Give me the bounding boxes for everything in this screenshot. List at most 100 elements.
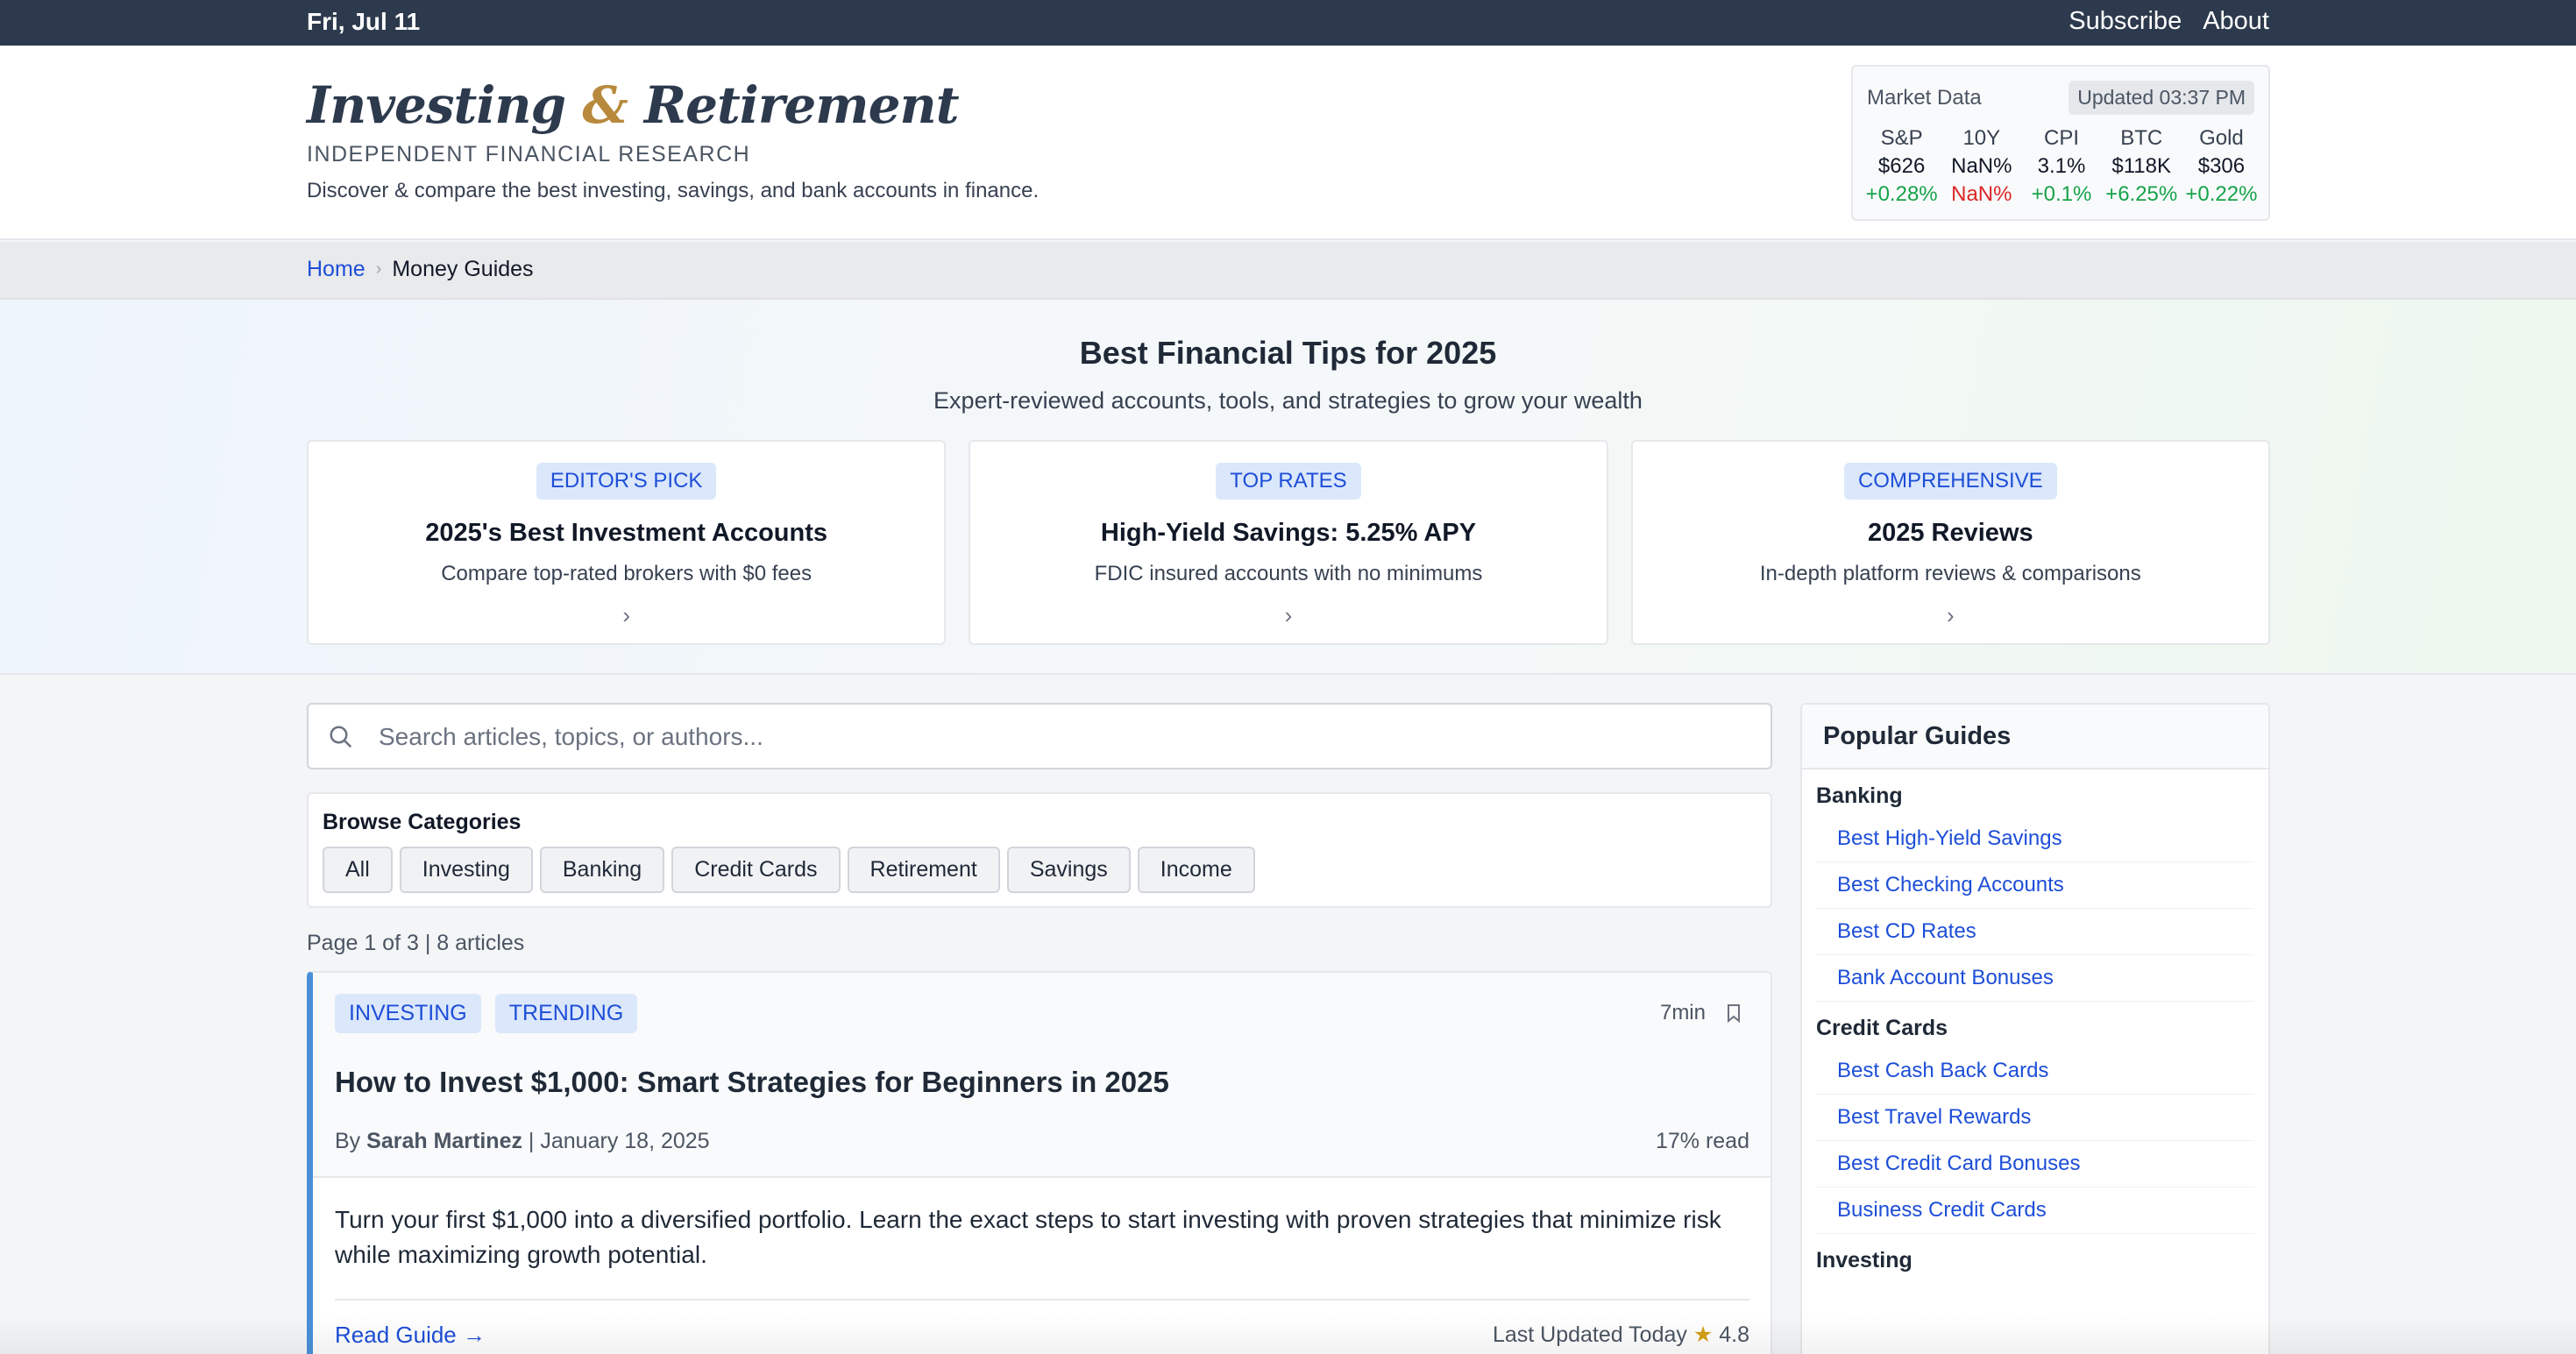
tag-investing[interactable]: INVESTING: [335, 994, 481, 1033]
ticker-btc: BTC $118K +6.25%: [2102, 124, 2182, 209]
ticker-sp: S&P $626 +0.28%: [1862, 124, 1941, 209]
ticker-gold: Gold $306 +0.22%: [2182, 124, 2261, 209]
market-updated-badge: Updated 03:37 PM: [2069, 81, 2254, 115]
ticker-value: $626: [1877, 154, 1926, 178]
tag-trending[interactable]: TRENDING: [494, 994, 638, 1033]
article-tags: INVESTING TRENDING: [335, 994, 638, 1033]
star-icon: ★: [1692, 1322, 1714, 1347]
last-updated: Last Updated Today: [1492, 1322, 1687, 1347]
sidebar-title: Popular Guides: [1802, 705, 2268, 769]
chevron-right-icon: ›: [1284, 602, 1293, 628]
card-title: High-Yield Savings: 5.25% APY: [1100, 519, 1477, 547]
ticker-label: Gold: [2199, 126, 2244, 150]
article-title[interactable]: How to Invest $1,000: Smart Strategies f…: [335, 1066, 1169, 1099]
ticker-change: +0.28%: [1865, 182, 1938, 206]
card-subtitle: In-depth platform reviews & comparisons: [1759, 562, 2141, 585]
category-savings[interactable]: Savings: [1006, 847, 1131, 893]
bookmark-icon[interactable]: [1727, 1003, 1741, 1023]
card-title: 2025 Reviews: [1867, 519, 2033, 547]
site-tagline: INDEPENDENT FINANCIAL RESEARCH: [307, 142, 751, 167]
card-badge: EDITOR'S PICK: [536, 463, 717, 500]
ticker-label: S&P: [1880, 126, 1923, 150]
ticker-change: +0.1%: [2031, 182, 2092, 206]
sidebar-group-credit-cards: Credit Cards Best Cash Back Cards Best T…: [1802, 1016, 2268, 1234]
article-footer-divider: [335, 1299, 1749, 1301]
sidebar-link[interactable]: Business Credit Cards: [1816, 1187, 2254, 1234]
category-retirement[interactable]: Retirement: [847, 847, 1000, 893]
byline-separator: |: [522, 1129, 541, 1153]
sidebar-group-banking: Banking Best High-Yield Savings Best Che…: [1802, 783, 2268, 1002]
category-credit-cards[interactable]: Credit Cards: [671, 847, 841, 893]
sidebar-link[interactable]: Best Credit Card Bonuses: [1816, 1141, 2254, 1187]
subscribe-link[interactable]: Subscribe: [2069, 7, 2182, 36]
ticker-cpi: CPI 3.1% +0.1%: [2021, 124, 2101, 209]
sidebar-group-title: Investing: [1816, 1248, 1912, 1272]
read-time: 7min: [1659, 1001, 1706, 1024]
category-banking[interactable]: Banking: [539, 847, 665, 893]
market-data-widget: Market Data Updated 03:37 PM S&P $626 +0…: [1851, 65, 2270, 221]
site-description: Discover & compare the best investing, s…: [307, 179, 1040, 202]
article-excerpt: Turn your first $1,000 into a diversifie…: [335, 1206, 1721, 1268]
featured-card-investment-accounts[interactable]: EDITOR'S PICK 2025's Best Investment Acc…: [307, 440, 947, 645]
hero-title: Best Financial Tips for 2025: [1079, 335, 1497, 371]
sidebar-link[interactable]: Best High-Yield Savings: [1816, 816, 2254, 862]
logo-word-investing: Investing: [307, 75, 566, 135]
sidebar-link[interactable]: Best Checking Accounts: [1816, 862, 2254, 909]
site-logo[interactable]: Investing & Retirement: [307, 75, 960, 135]
ticker-change: NaN%: [1951, 182, 2012, 206]
sidebar-group-title: Credit Cards: [1816, 1016, 1948, 1040]
breadcrumb: Home › Money Guides: [307, 257, 534, 282]
article-byline: By Sarah Martinez | January 18, 2025: [335, 1129, 710, 1154]
hero-section: Best Financial Tips for 2025 Expert-revi…: [0, 300, 2576, 675]
article-footer-meta: Last Updated Today ★ 4.8: [1493, 1322, 1749, 1348]
pagination-info: Page 1 of 3 | 8 articles: [307, 931, 525, 955]
sidebar-link[interactable]: Best CD Rates: [1816, 909, 2254, 955]
card-title: 2025's Best Investment Accounts: [425, 519, 828, 547]
ticker-10y: 10Y NaN% NaN%: [1941, 124, 2021, 209]
featured-card-reviews[interactable]: COMPREHENSIVE 2025 Reviews In-depth plat…: [1630, 440, 2270, 645]
sidebar-link[interactable]: Bank Account Bonuses: [1816, 955, 2254, 1002]
categories-title: Browse Categories: [323, 810, 522, 834]
card-subtitle: FDIC insured accounts with no minimums: [1094, 562, 1483, 585]
hero-subtitle: Expert-reviewed accounts, tools, and str…: [933, 387, 1643, 414]
current-date: Fri, Jul 11: [307, 8, 421, 35]
sidebar-group-title: Banking: [1816, 783, 1903, 808]
byline-prefix: By: [335, 1129, 361, 1153]
popular-guides-sidebar: Popular Guides Banking Best High-Yield S…: [1800, 703, 2270, 1354]
ticker-value: 3.1%: [2037, 154, 2086, 178]
sidebar-link[interactable]: Best Travel Rewards: [1816, 1095, 2254, 1141]
breadcrumb-separator: ›: [375, 259, 382, 279]
card-badge: COMPREHENSIVE: [1843, 463, 2057, 500]
article-card: INVESTING TRENDING 7min How to Invest $1…: [307, 971, 1772, 1354]
read-guide-link[interactable]: Read Guide →: [335, 1322, 486, 1349]
category-pills: All Investing Banking Credit Cards Retir…: [323, 847, 1255, 893]
category-all[interactable]: All: [323, 847, 393, 893]
site-header: Investing & Retirement INDEPENDENT FINAN…: [0, 46, 2576, 240]
article-search-box: [307, 703, 1772, 769]
card-subtitle: Compare top-rated brokers with $0 fees: [441, 562, 813, 585]
ticker-value: NaN%: [1951, 154, 2012, 178]
article-rating: 4.8: [1719, 1322, 1749, 1347]
featured-card-high-yield-savings[interactable]: TOP RATES High-Yield Savings: 5.25% APY …: [969, 440, 1608, 645]
breadcrumb-bar: Home › Money Guides: [0, 242, 2576, 300]
category-income[interactable]: Income: [1137, 847, 1255, 893]
category-investing[interactable]: Investing: [399, 847, 533, 893]
ticker-label: BTC: [2120, 126, 2163, 150]
article-body: Turn your first $1,000 into a diversifie…: [313, 1178, 1771, 1354]
breadcrumb-current: Money Guides: [392, 257, 534, 281]
read-progress: 17% read: [1655, 1129, 1749, 1153]
search-input[interactable]: [379, 715, 1746, 759]
search-icon: [330, 726, 352, 748]
top-bar: Fri, Jul 11 Subscribe About: [0, 0, 2576, 46]
card-badge: TOP RATES: [1216, 463, 1361, 500]
breadcrumb-home-link[interactable]: Home: [307, 257, 365, 282]
ticker-label: 10Y: [1962, 126, 2001, 150]
sidebar-link[interactable]: Best Cash Back Cards: [1816, 1048, 2254, 1095]
ticker-change: +0.22%: [2185, 182, 2258, 206]
ticker-label: CPI: [2044, 126, 2080, 150]
sidebar-group-investing: Investing: [1802, 1248, 2268, 1273]
logo-word-retirement: Retirement: [643, 75, 960, 135]
logo-ampersand: &: [582, 75, 628, 135]
about-link[interactable]: About: [2203, 7, 2269, 36]
article-author[interactable]: Sarah Martinez: [366, 1129, 522, 1153]
